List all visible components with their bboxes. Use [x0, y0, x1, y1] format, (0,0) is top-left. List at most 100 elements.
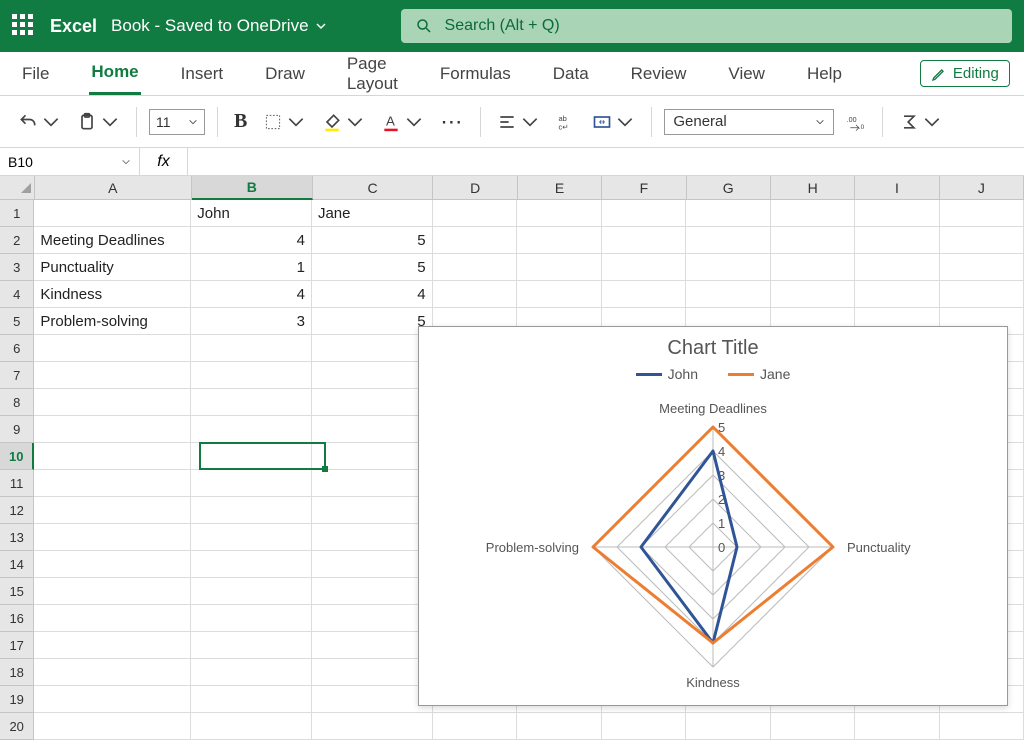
cell-I2[interactable]	[855, 227, 939, 254]
spreadsheet-grid[interactable]: ABCDEFGHIJ 1JohnJane2Meeting Deadlines45…	[0, 176, 1024, 741]
cell-C10[interactable]	[312, 443, 433, 470]
chart-legend[interactable]: JohnJane	[419, 366, 1007, 382]
cell-D1[interactable]	[433, 200, 517, 227]
column-header-J[interactable]: J	[940, 176, 1024, 200]
cell-C2[interactable]: 5	[312, 227, 433, 254]
cell-G1[interactable]	[686, 200, 770, 227]
column-header-I[interactable]: I	[855, 176, 939, 200]
cell-H3[interactable]	[771, 254, 855, 281]
cell-D20[interactable]	[433, 713, 517, 740]
cell-C6[interactable]	[312, 335, 433, 362]
row-header-4[interactable]: 4	[0, 281, 34, 308]
search-input[interactable]: Search (Alt + Q)	[401, 9, 1012, 43]
cell-C9[interactable]	[312, 416, 433, 443]
cell-C1[interactable]: Jane	[312, 200, 433, 227]
cell-G3[interactable]	[686, 254, 770, 281]
row-header-6[interactable]: 6	[0, 335, 34, 362]
cell-J3[interactable]	[940, 254, 1024, 281]
formula-bar-input[interactable]	[188, 148, 1024, 175]
select-all-corner[interactable]	[0, 176, 35, 200]
row-header-8[interactable]: 8	[0, 389, 34, 416]
wrap-text-button[interactable]: abc↵	[552, 108, 580, 136]
column-header-C[interactable]: C	[313, 176, 434, 200]
cell-A4[interactable]: Kindness	[34, 281, 191, 308]
cell-A20[interactable]	[34, 713, 191, 740]
cell-C8[interactable]	[312, 389, 433, 416]
cell-H2[interactable]	[771, 227, 855, 254]
cell-E20[interactable]	[517, 713, 601, 740]
fill-handle[interactable]	[322, 466, 328, 472]
cell-B9[interactable]	[191, 416, 312, 443]
cell-H4[interactable]	[771, 281, 855, 308]
cell-C4[interactable]: 4	[312, 281, 433, 308]
cell-A3[interactable]: Punctuality	[34, 254, 191, 281]
cell-F2[interactable]	[602, 227, 686, 254]
cell-A8[interactable]	[34, 389, 191, 416]
cell-I3[interactable]	[855, 254, 939, 281]
cell-B18[interactable]	[191, 659, 312, 686]
cell-G4[interactable]	[686, 281, 770, 308]
cell-C20[interactable]	[312, 713, 433, 740]
row-header-14[interactable]: 14	[0, 551, 34, 578]
tab-file[interactable]: File	[20, 54, 51, 94]
cell-A17[interactable]	[34, 632, 191, 659]
row-header-9[interactable]: 9	[0, 416, 34, 443]
cell-C7[interactable]	[312, 362, 433, 389]
legend-item-jane[interactable]: Jane	[728, 366, 790, 382]
borders-button[interactable]	[259, 108, 310, 136]
cell-A16[interactable]	[34, 605, 191, 632]
cell-C17[interactable]	[312, 632, 433, 659]
row-header-11[interactable]: 11	[0, 470, 34, 497]
cell-A1[interactable]	[34, 200, 191, 227]
column-header-D[interactable]: D	[433, 176, 517, 200]
cell-A10[interactable]	[34, 443, 191, 470]
cell-F4[interactable]	[602, 281, 686, 308]
cell-I20[interactable]	[855, 713, 939, 740]
cell-C11[interactable]	[312, 470, 433, 497]
cell-A2[interactable]: Meeting Deadlines	[34, 227, 191, 254]
cell-G20[interactable]	[686, 713, 770, 740]
cell-A18[interactable]	[34, 659, 191, 686]
cell-E2[interactable]	[517, 227, 601, 254]
cell-B11[interactable]	[191, 470, 312, 497]
tab-draw[interactable]: Draw	[263, 54, 307, 94]
cell-A11[interactable]	[34, 470, 191, 497]
cell-B19[interactable]	[191, 686, 312, 713]
cell-C5[interactable]: 5	[312, 308, 433, 335]
chart-title[interactable]: Chart Title	[419, 337, 1007, 360]
row-header-16[interactable]: 16	[0, 605, 34, 632]
row-header-2[interactable]: 2	[0, 227, 34, 254]
tab-home[interactable]: Home	[89, 52, 140, 95]
decrease-decimal-button[interactable]: .00.0	[842, 108, 870, 136]
cell-B5[interactable]: 3	[191, 308, 312, 335]
embedded-chart[interactable]: Chart Title JohnJane 012345Meeting Deadl…	[418, 326, 1008, 706]
cell-B2[interactable]: 4	[191, 227, 312, 254]
column-header-H[interactable]: H	[771, 176, 855, 200]
tab-view[interactable]: View	[726, 54, 767, 94]
row-header-19[interactable]: 19	[0, 686, 34, 713]
cell-C19[interactable]	[312, 686, 433, 713]
cell-E3[interactable]	[517, 254, 601, 281]
cell-F1[interactable]	[602, 200, 686, 227]
fill-color-button[interactable]	[318, 108, 369, 136]
cell-B3[interactable]: 1	[191, 254, 312, 281]
more-font-options-button[interactable]: ⋯	[436, 109, 468, 135]
cell-H20[interactable]	[771, 713, 855, 740]
cell-E1[interactable]	[517, 200, 601, 227]
cell-J4[interactable]	[940, 281, 1024, 308]
cell-A14[interactable]	[34, 551, 191, 578]
row-header-20[interactable]: 20	[0, 713, 34, 740]
cell-B1[interactable]: John	[191, 200, 312, 227]
tab-help[interactable]: Help	[805, 54, 844, 94]
bold-button[interactable]: B	[230, 110, 251, 133]
cell-A9[interactable]	[34, 416, 191, 443]
cell-J2[interactable]	[940, 227, 1024, 254]
cell-B12[interactable]	[191, 497, 312, 524]
tab-insert[interactable]: Insert	[179, 54, 226, 94]
row-header-3[interactable]: 3	[0, 254, 34, 281]
cell-A12[interactable]	[34, 497, 191, 524]
cell-C14[interactable]	[312, 551, 433, 578]
tab-page-layout[interactable]: Page Layout	[345, 44, 400, 104]
column-header-F[interactable]: F	[602, 176, 686, 200]
row-header-18[interactable]: 18	[0, 659, 34, 686]
